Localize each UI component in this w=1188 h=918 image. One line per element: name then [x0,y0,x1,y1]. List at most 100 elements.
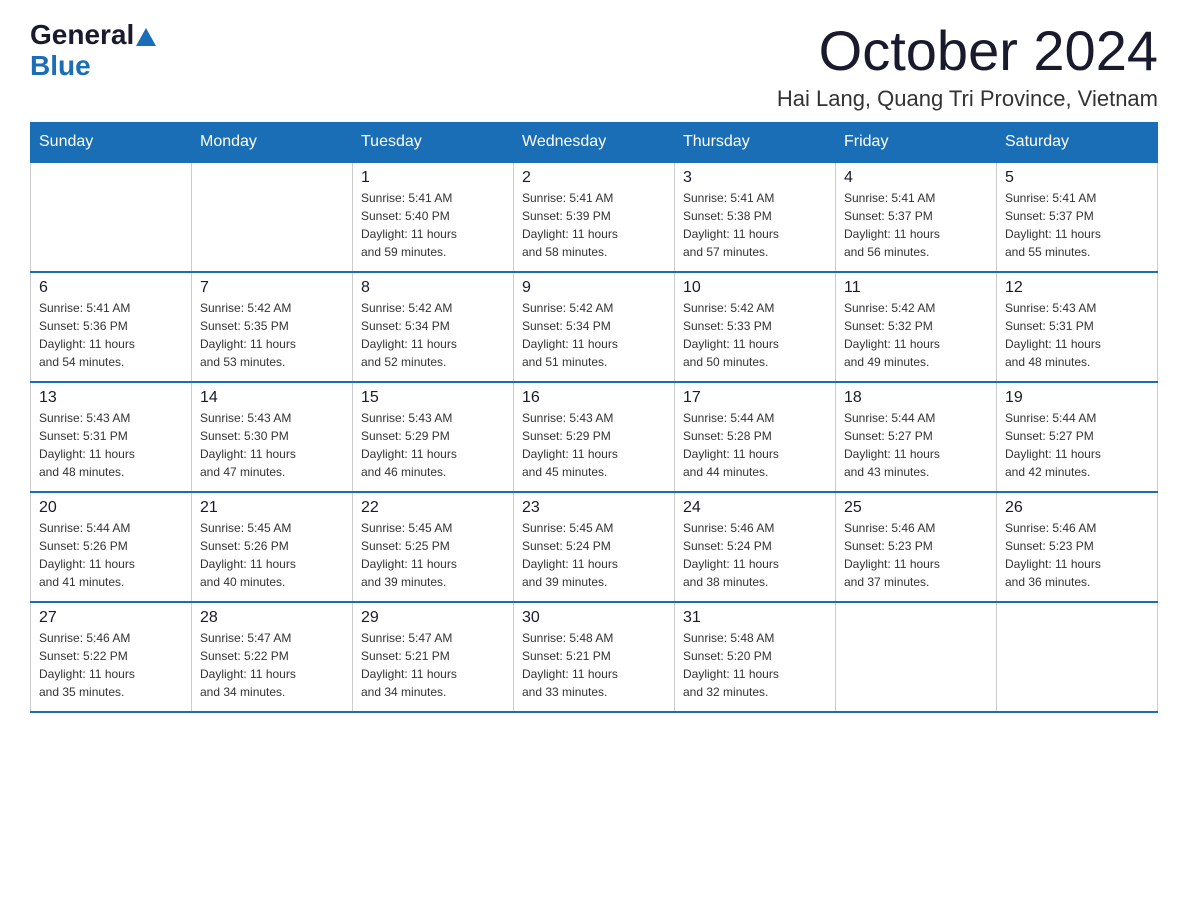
calendar-week-row: 27Sunrise: 5:46 AM Sunset: 5:22 PM Dayli… [31,602,1158,712]
calendar-cell: 30 Sunrise: 5:48 AM Sunset: 5:21 PM Dayli… [514,602,675,712]
calendar-header-wednesday: Wednesday [514,122,675,162]
calendar-week-row: 20 Sunrise: 5:44 AM Sunset: 5:26 PM Dayli… [31,492,1158,602]
calendar-cell: 18 Sunrise: 5:44 AM Sunset: 5:27 PM Dayli… [836,382,997,492]
calendar-cell [997,602,1158,712]
day-number: 11 [844,279,988,297]
calendar-week-row: 13Sunrise: 5:43 AM Sunset: 5:31 PM Dayli… [31,382,1158,492]
calendar-cell: 12Sunrise: 5:43 AM Sunset: 5:31 PM Dayli… [997,272,1158,382]
day-info: Sunrise: 5:42 AM Sunset: 5:34 PM Dayligh… [522,299,666,371]
day-info: Sunrise: 5:48 AM Sunset: 5:20 PM Dayligh… [683,629,827,701]
calendar-cell: 19 Sunrise: 5:44 AM Sunset: 5:27 PM Dayli… [997,382,1158,492]
day-info: Sunrise: 5:45 AM Sunset: 5:26 PM Dayligh… [200,519,344,591]
day-info: Sunrise: 5:44 AM Sunset: 5:27 PM Dayligh… [844,409,988,481]
calendar-cell: 3Sunrise: 5:41 AM Sunset: 5:38 PM Daylig… [675,162,836,272]
day-number: 5 [1005,169,1149,187]
day-info: Sunrise: 5:42 AM Sunset: 5:33 PM Dayligh… [683,299,827,371]
calendar-cell [836,602,997,712]
day-info: Sunrise: 5:42 AM Sunset: 5:34 PM Dayligh… [361,299,505,371]
calendar-cell: 17Sunrise: 5:44 AM Sunset: 5:28 PM Dayli… [675,382,836,492]
calendar-cell: 28 Sunrise: 5:47 AM Sunset: 5:22 PM Dayli… [192,602,353,712]
day-number: 9 [522,279,666,297]
day-number: 22 [361,499,505,517]
calendar-cell: 22 Sunrise: 5:45 AM Sunset: 5:25 PM Dayli… [353,492,514,602]
day-info: Sunrise: 5:44 AM Sunset: 5:26 PM Dayligh… [39,519,183,591]
day-info: Sunrise: 5:48 AM Sunset: 5:21 PM Dayligh… [522,629,666,701]
calendar-cell: 15 Sunrise: 5:43 AM Sunset: 5:29 PM Dayli… [353,382,514,492]
day-number: 26 [1005,499,1149,517]
calendar-cell: 9 Sunrise: 5:42 AM Sunset: 5:34 PM Daylig… [514,272,675,382]
calendar-cell: 4 Sunrise: 5:41 AM Sunset: 5:37 PM Daylig… [836,162,997,272]
day-number: 14 [200,389,344,407]
day-info: Sunrise: 5:41 AM Sunset: 5:36 PM Dayligh… [39,299,183,371]
day-info: Sunrise: 5:47 AM Sunset: 5:21 PM Dayligh… [361,629,505,701]
calendar-cell: 26 Sunrise: 5:46 AM Sunset: 5:23 PM Dayli… [997,492,1158,602]
page-header: General Blue October 2024 Hai Lang, Quan… [30,20,1158,112]
day-info: Sunrise: 5:41 AM Sunset: 5:40 PM Dayligh… [361,189,505,261]
day-number: 18 [844,389,988,407]
day-info: Sunrise: 5:41 AM Sunset: 5:37 PM Dayligh… [1005,189,1149,261]
day-number: 6 [39,279,183,297]
day-number: 28 [200,609,344,627]
calendar-cell: 13Sunrise: 5:43 AM Sunset: 5:31 PM Dayli… [31,382,192,492]
day-info: Sunrise: 5:41 AM Sunset: 5:38 PM Dayligh… [683,189,827,261]
calendar-cell: 7Sunrise: 5:42 AM Sunset: 5:35 PM Daylig… [192,272,353,382]
day-number: 31 [683,609,827,627]
day-info: Sunrise: 5:43 AM Sunset: 5:31 PM Dayligh… [1005,299,1149,371]
day-info: Sunrise: 5:46 AM Sunset: 5:23 PM Dayligh… [844,519,988,591]
day-number: 16 [522,389,666,407]
calendar-header-row: SundayMondayTuesdayWednesdayThursdayFrid… [31,122,1158,162]
calendar-cell: 31 Sunrise: 5:48 AM Sunset: 5:20 PM Dayli… [675,602,836,712]
calendar-cell [192,162,353,272]
day-number: 20 [39,499,183,517]
calendar-header-tuesday: Tuesday [353,122,514,162]
calendar-cell: 16 Sunrise: 5:43 AM Sunset: 5:29 PM Dayli… [514,382,675,492]
day-number: 8 [361,279,505,297]
day-number: 4 [844,169,988,187]
day-number: 1 [361,169,505,187]
calendar-week-row: 1 Sunrise: 5:41 AM Sunset: 5:40 PM Daylig… [31,162,1158,272]
calendar-cell: 14 Sunrise: 5:43 AM Sunset: 5:30 PM Dayli… [192,382,353,492]
calendar-cell: 11 Sunrise: 5:42 AM Sunset: 5:32 PM Dayli… [836,272,997,382]
title-section: October 2024 Hai Lang, Quang Tri Provinc… [777,20,1158,112]
day-info: Sunrise: 5:43 AM Sunset: 5:31 PM Dayligh… [39,409,183,481]
calendar-cell: 27Sunrise: 5:46 AM Sunset: 5:22 PM Dayli… [31,602,192,712]
calendar-header-thursday: Thursday [675,122,836,162]
calendar-cell: 1 Sunrise: 5:41 AM Sunset: 5:40 PM Daylig… [353,162,514,272]
day-info: Sunrise: 5:43 AM Sunset: 5:30 PM Dayligh… [200,409,344,481]
calendar-header-monday: Monday [192,122,353,162]
day-number: 2 [522,169,666,187]
day-info: Sunrise: 5:41 AM Sunset: 5:39 PM Dayligh… [522,189,666,261]
day-number: 25 [844,499,988,517]
calendar-cell: 2 Sunrise: 5:41 AM Sunset: 5:39 PM Daylig… [514,162,675,272]
calendar-cell: 25 Sunrise: 5:46 AM Sunset: 5:23 PM Dayli… [836,492,997,602]
day-info: Sunrise: 5:41 AM Sunset: 5:37 PM Dayligh… [844,189,988,261]
day-info: Sunrise: 5:43 AM Sunset: 5:29 PM Dayligh… [361,409,505,481]
day-number: 21 [200,499,344,517]
calendar-cell: 8 Sunrise: 5:42 AM Sunset: 5:34 PM Daylig… [353,272,514,382]
calendar-cell: 24Sunrise: 5:46 AM Sunset: 5:24 PM Dayli… [675,492,836,602]
calendar-week-row: 6 Sunrise: 5:41 AM Sunset: 5:36 PM Daylig… [31,272,1158,382]
day-info: Sunrise: 5:45 AM Sunset: 5:24 PM Dayligh… [522,519,666,591]
logo-general: General [30,19,134,50]
day-info: Sunrise: 5:43 AM Sunset: 5:29 PM Dayligh… [522,409,666,481]
calendar-header-friday: Friday [836,122,997,162]
calendar-cell: 10 Sunrise: 5:42 AM Sunset: 5:33 PM Dayli… [675,272,836,382]
day-number: 19 [1005,389,1149,407]
calendar-header-saturday: Saturday [997,122,1158,162]
day-number: 24 [683,499,827,517]
day-number: 27 [39,609,183,627]
location-title: Hai Lang, Quang Tri Province, Vietnam [777,86,1158,112]
day-info: Sunrise: 5:46 AM Sunset: 5:23 PM Dayligh… [1005,519,1149,591]
calendar-cell: 29 Sunrise: 5:47 AM Sunset: 5:21 PM Dayli… [353,602,514,712]
day-number: 17 [683,389,827,407]
day-info: Sunrise: 5:42 AM Sunset: 5:32 PM Dayligh… [844,299,988,371]
day-info: Sunrise: 5:44 AM Sunset: 5:27 PM Dayligh… [1005,409,1149,481]
day-number: 15 [361,389,505,407]
day-number: 30 [522,609,666,627]
day-info: Sunrise: 5:47 AM Sunset: 5:22 PM Dayligh… [200,629,344,701]
day-number: 10 [683,279,827,297]
day-info: Sunrise: 5:42 AM Sunset: 5:35 PM Dayligh… [200,299,344,371]
day-number: 29 [361,609,505,627]
calendar-header-sunday: Sunday [31,122,192,162]
day-info: Sunrise: 5:45 AM Sunset: 5:25 PM Dayligh… [361,519,505,591]
